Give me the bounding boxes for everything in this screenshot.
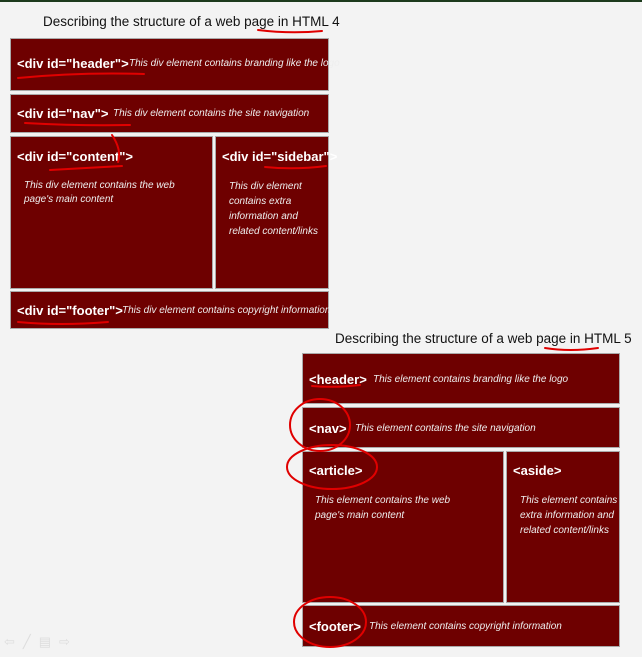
box-tag: <header> bbox=[309, 372, 367, 387]
title-emphasis: HTML 5 bbox=[584, 331, 632, 346]
box-tag: <article> bbox=[309, 463, 363, 478]
underline-html4 bbox=[257, 29, 323, 34]
box-desc: This element contains the site navigatio… bbox=[355, 423, 536, 434]
menu-icon[interactable]: ▤ bbox=[39, 634, 51, 650]
title-text: Describing the structure of a web page i… bbox=[43, 14, 293, 29]
box-tag: <div id="footer"> bbox=[17, 303, 123, 318]
box-tag: <nav> bbox=[309, 421, 347, 436]
html5-footer-box: <footer> This element contains copyright… bbox=[302, 605, 620, 647]
html4-footer-box: <div id="footer"> This div element conta… bbox=[10, 291, 331, 329]
pen-icon[interactable]: ╱ bbox=[23, 634, 31, 650]
box-desc: This element contains copyright informat… bbox=[369, 621, 562, 632]
box-desc: This div element contains extra informat… bbox=[229, 181, 318, 237]
title-emphasis: HTML 4 bbox=[292, 14, 340, 29]
box-desc: This div element contains copyright info… bbox=[122, 305, 331, 316]
box-desc: This element contains extra information … bbox=[520, 495, 618, 536]
box-tag: <div id="sidebar"> bbox=[222, 149, 338, 164]
html4-header-box: <div id="header"> This div element conta… bbox=[10, 38, 340, 91]
box-desc: This element contains the web page's mai… bbox=[315, 495, 451, 521]
box-tag: <aside> bbox=[513, 463, 562, 478]
next-arrow-icon[interactable]: ⇨ bbox=[59, 634, 70, 650]
html5-article-box: <article> This element contains the web … bbox=[302, 451, 504, 603]
box-tag: <footer> bbox=[309, 619, 362, 634]
html4-sidebar-box: <div id="sidebar"> This div element cont… bbox=[215, 136, 337, 289]
title-text: Describing the structure of a web page i… bbox=[335, 331, 585, 346]
box-desc: This div element contains branding like … bbox=[129, 58, 340, 69]
box-tag: <div id="nav"> bbox=[17, 106, 109, 121]
html4-nav-box: <div id="nav"> This div element contains… bbox=[10, 94, 329, 133]
box-tag: <div id="content"> bbox=[17, 149, 133, 164]
html5-aside-box: <aside> This element contains extra info… bbox=[506, 451, 620, 603]
underline-html5 bbox=[544, 347, 599, 351]
prev-arrow-icon[interactable]: ⇦ bbox=[4, 634, 15, 650]
top-border bbox=[0, 0, 642, 2]
box-desc: This element contains branding like the … bbox=[373, 374, 569, 385]
box-tag: <div id="header"> bbox=[17, 56, 129, 71]
html5-header-box: <header> This element contains branding … bbox=[302, 353, 620, 404]
html5-nav-box: <nav> This element contains the site nav… bbox=[302, 407, 620, 448]
box-desc: This div element contains the web page's… bbox=[24, 180, 175, 205]
html4-title: Describing the structure of a web page i… bbox=[43, 14, 340, 29]
html4-content-box: <div id="content"> This div element cont… bbox=[10, 136, 213, 289]
slide-nav-controls: ⇦ ╱ ▤ ⇨ bbox=[4, 634, 70, 650]
html5-title: Describing the structure of a web page i… bbox=[335, 331, 632, 346]
box-desc: This div element contains the site navig… bbox=[113, 108, 310, 119]
